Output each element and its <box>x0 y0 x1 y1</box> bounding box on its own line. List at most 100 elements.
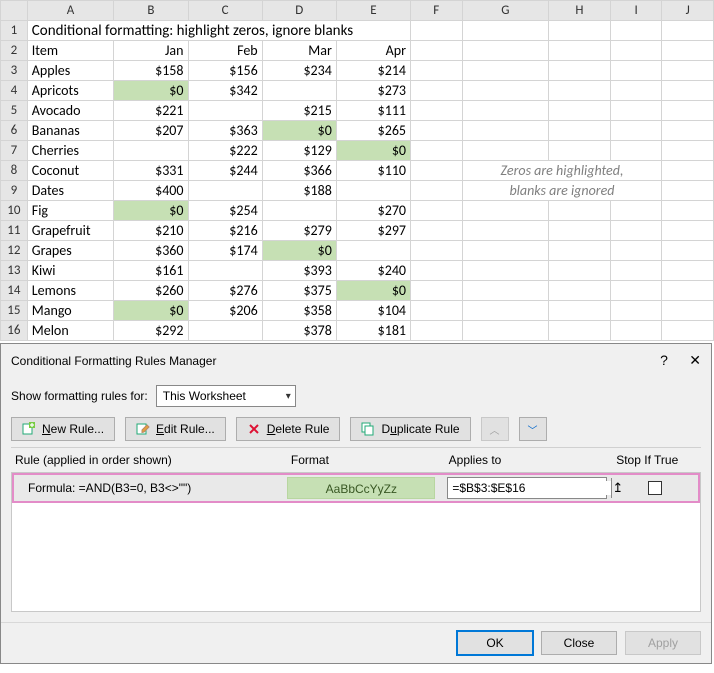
scope-select[interactable]: This Worksheet ▾ <box>156 385 296 407</box>
duplicate-rule-button[interactable]: Duplicate Rule <box>350 417 470 441</box>
col-header[interactable]: G <box>462 1 549 21</box>
col-header[interactable]: I <box>610 1 662 21</box>
col-header[interactable]: F <box>411 1 463 21</box>
close-icon[interactable]: ✕ <box>689 352 701 368</box>
col-header[interactable]: C <box>188 1 262 21</box>
cell[interactable]: $222 <box>188 141 262 161</box>
cell[interactable]: $215 <box>262 101 336 121</box>
cell-item[interactable]: Coconut <box>27 161 114 181</box>
cell[interactable]: $206 <box>188 301 262 321</box>
cell[interactable]: $207 <box>114 121 188 141</box>
move-down-button[interactable]: ﹀ <box>519 417 547 441</box>
header-apr[interactable]: Apr <box>336 41 410 61</box>
cell[interactable]: $174 <box>188 241 262 261</box>
cell[interactable]: $265 <box>336 121 410 141</box>
row-header[interactable]: 1 <box>1 21 28 41</box>
row-header[interactable]: 8 <box>1 161 28 181</box>
row-header[interactable]: 13 <box>1 261 28 281</box>
cell-item[interactable]: Dates <box>27 181 114 201</box>
ok-button[interactable]: OK <box>457 631 533 655</box>
column-header-row[interactable]: A B C D E F G H I J <box>1 1 714 21</box>
applies-to-input[interactable]: ↥ <box>447 477 607 499</box>
cell[interactable]: $0 <box>114 301 188 321</box>
rule-row[interactable]: Formula: =AND(B3=0, B3<>"") AaBbCcYyZz ↥ <box>12 473 700 503</box>
cell[interactable]: $400 <box>114 181 188 201</box>
new-rule-button[interactable]: New Rule... <box>11 417 115 441</box>
cell-item[interactable]: Avocado <box>27 101 114 121</box>
cell[interactable]: $378 <box>262 321 336 341</box>
cell[interactable] <box>336 181 410 201</box>
cell[interactable]: $363 <box>188 121 262 141</box>
cell[interactable] <box>336 241 410 261</box>
sheet-title[interactable]: Conditional formatting: highlight zeros,… <box>27 21 410 41</box>
cell[interactable]: $0 <box>114 81 188 101</box>
cell[interactable] <box>188 261 262 281</box>
header-feb[interactable]: Feb <box>188 41 262 61</box>
cell[interactable]: $0 <box>262 121 336 141</box>
cell[interactable]: $276 <box>188 281 262 301</box>
col-header[interactable]: H <box>549 1 611 21</box>
row-header[interactable]: 12 <box>1 241 28 261</box>
header-item[interactable]: Item <box>27 41 114 61</box>
cell-item[interactable]: Melon <box>27 321 114 341</box>
cell[interactable]: $254 <box>188 201 262 221</box>
cell[interactable]: $297 <box>336 221 410 241</box>
cell[interactable]: $188 <box>262 181 336 201</box>
cell-item[interactable]: Fig <box>27 201 114 221</box>
cell[interactable]: $358 <box>262 301 336 321</box>
cell[interactable]: $279 <box>262 221 336 241</box>
close-button[interactable]: Close <box>541 631 617 655</box>
cell[interactable]: $375 <box>262 281 336 301</box>
header-jan[interactable]: Jan <box>114 41 188 61</box>
cell[interactable] <box>188 101 262 121</box>
select-all-corner[interactable] <box>1 1 28 21</box>
cell[interactable]: $0 <box>262 241 336 261</box>
cell[interactable] <box>262 81 336 101</box>
cell[interactable]: $331 <box>114 161 188 181</box>
row-header[interactable]: 2 <box>1 41 28 61</box>
applies-to-field[interactable] <box>448 481 611 495</box>
row-header[interactable]: 3 <box>1 61 28 81</box>
col-header[interactable]: B <box>114 1 188 21</box>
cell[interactable] <box>188 321 262 341</box>
cell-item[interactable]: Grapes <box>27 241 114 261</box>
cell[interactable]: $0 <box>114 201 188 221</box>
cell[interactable]: $158 <box>114 61 188 81</box>
cell-item[interactable]: Lemons <box>27 281 114 301</box>
cell[interactable]: $240 <box>336 261 410 281</box>
col-header[interactable]: D <box>262 1 336 21</box>
row-header[interactable]: 9 <box>1 181 28 201</box>
cell-item[interactable]: Apples <box>27 61 114 81</box>
col-header[interactable]: E <box>336 1 410 21</box>
cell[interactable]: $221 <box>114 101 188 121</box>
cell[interactable] <box>188 181 262 201</box>
col-header[interactable]: J <box>662 1 714 21</box>
cell[interactable]: $270 <box>336 201 410 221</box>
row-header[interactable]: 6 <box>1 121 28 141</box>
cell[interactable]: $393 <box>262 261 336 281</box>
cell[interactable]: $0 <box>336 141 410 161</box>
move-up-button[interactable]: ︿ <box>481 417 509 441</box>
apply-button[interactable]: Apply <box>625 631 701 655</box>
delete-rule-button[interactable]: Delete Rule <box>236 417 341 441</box>
col-header[interactable]: A <box>27 1 114 21</box>
cell[interactable]: $260 <box>114 281 188 301</box>
row-header[interactable]: 15 <box>1 301 28 321</box>
cell[interactable]: $181 <box>336 321 410 341</box>
row-header[interactable]: 16 <box>1 321 28 341</box>
cell[interactable]: $0 <box>336 281 410 301</box>
cell[interactable]: $129 <box>262 141 336 161</box>
cell[interactable]: $214 <box>336 61 410 81</box>
cell-item[interactable]: Kiwi <box>27 261 114 281</box>
cell[interactable] <box>262 201 336 221</box>
row-header[interactable]: 7 <box>1 141 28 161</box>
stop-if-true-checkbox[interactable] <box>648 481 662 495</box>
cell[interactable]: $216 <box>188 221 262 241</box>
row-header[interactable]: 11 <box>1 221 28 241</box>
help-icon[interactable]: ? <box>660 352 668 368</box>
cell[interactable]: $273 <box>336 81 410 101</box>
cell-item[interactable]: Cherries <box>27 141 114 161</box>
cell[interactable]: $156 <box>188 61 262 81</box>
cell[interactable]: $234 <box>262 61 336 81</box>
cell[interactable]: $104 <box>336 301 410 321</box>
